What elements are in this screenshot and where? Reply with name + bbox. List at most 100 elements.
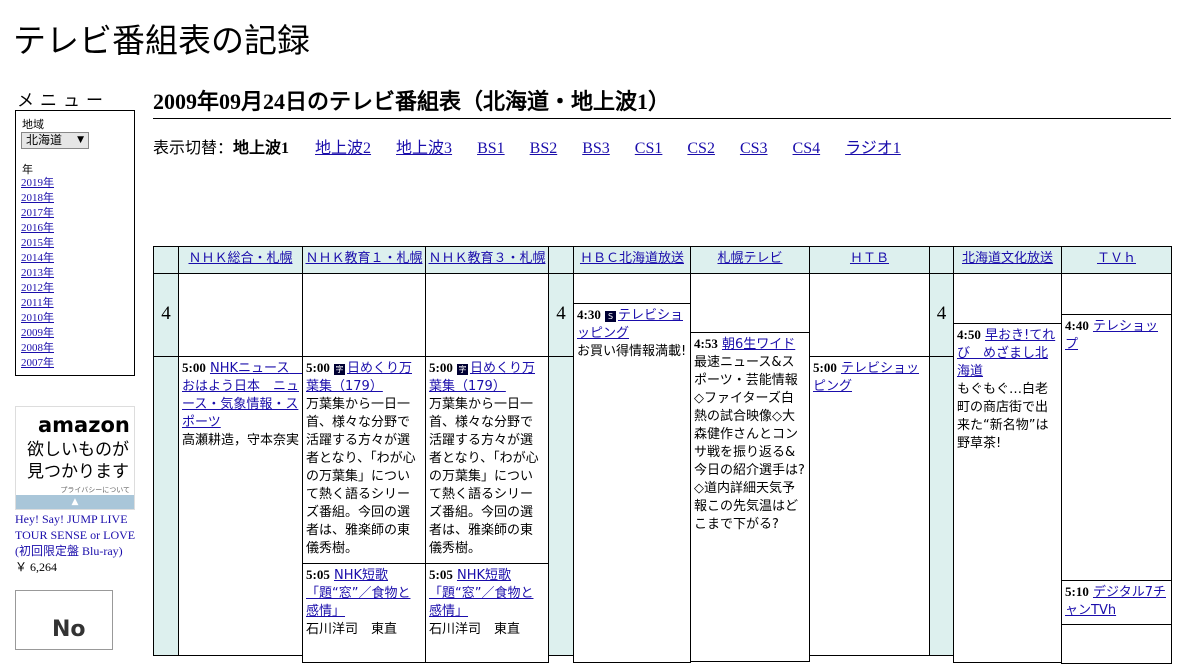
program-cell: 4:50 早おき!てれび めざまし北海道 もぐもぐ…白老町の商店街で出来た“新名… xyxy=(953,323,1062,663)
channel-header[interactable]: ＨＴＢ xyxy=(809,246,930,274)
channel-link[interactable]: 北海道文化放送 xyxy=(962,251,1053,266)
subtitle-badge-icon: 字 xyxy=(456,364,468,375)
channel-link[interactable]: ＴＶｈ xyxy=(1097,251,1136,266)
year-link[interactable]: 2017年 xyxy=(21,207,54,219)
program-description: 最速ニュース&スポーツ・芸能情報◇ファイターズ白熱の試合映像◇大森健作さんとコン… xyxy=(694,355,805,532)
year-list: 2019年 2018年 2017年 2016年 2015年 2014年 2013… xyxy=(21,176,54,371)
channel-link[interactable]: ＮＨＫ総合・札幌 xyxy=(188,251,292,266)
hour-label: 4 xyxy=(548,273,574,357)
program-time: 4:40 xyxy=(1065,318,1089,333)
amazon-ad-banner[interactable]: amazon 欲しいものが 見つかります プライバシーについて ▲ xyxy=(15,406,135,510)
region-select[interactable]: 北海道 ▼ xyxy=(21,132,89,149)
switch-link[interactable]: CS1 xyxy=(635,140,663,157)
empty-slot xyxy=(178,273,303,357)
program-time: 5:05 xyxy=(306,567,330,582)
program-title-link[interactable]: 朝6生ワイド xyxy=(722,337,795,352)
channel-header[interactable]: ＮＨＫ教育１・札幌 xyxy=(302,246,426,274)
channel-link[interactable]: ＨＴＢ xyxy=(850,251,889,266)
year-label: 年 xyxy=(22,164,33,176)
program-cell: 5:00 テレビショッピング xyxy=(809,356,930,656)
program-cell: 5:10 デジタル7チャンTVh xyxy=(1061,580,1172,625)
program-description: もぐもぐ…白老町の商店街で出来た“新名物”は野草茶! xyxy=(957,382,1049,451)
year-link[interactable]: 2016年 xyxy=(21,222,54,234)
year-link[interactable]: 2011年 xyxy=(21,297,54,309)
channel-link[interactable]: ＮＨＫ教育３・札幌 xyxy=(428,251,545,266)
channel-header[interactable]: 札幌テレビ xyxy=(690,246,810,274)
program-time: 5:00 xyxy=(813,360,837,375)
empty-slot xyxy=(1061,273,1172,315)
program-description: 石川洋司 東直 xyxy=(306,622,398,637)
program-cell: 5:05 NHK短歌「題“窓”／食物と感情」 石川洋司 東直 xyxy=(425,563,549,663)
channel-link[interactable]: ＨＢＣ北海道放送 xyxy=(580,251,684,266)
program-description: 高瀬耕造，守本奈実 xyxy=(182,433,300,448)
stereo-badge-icon: S xyxy=(604,311,616,322)
ad-tagline-1: 欲しいものが xyxy=(27,440,129,460)
year-link[interactable]: 2012年 xyxy=(21,282,54,294)
channel-header[interactable]: 北海道文化放送 xyxy=(953,246,1062,274)
program-cell: 4:30 S テレビショッピング お買い得情報満載! xyxy=(573,303,691,663)
program-description: 万葉集から一日一首、様々な分野で活躍する方々が選者となり、「わが心の万葉集」につ… xyxy=(306,397,416,556)
program-time: 5:00 xyxy=(182,360,206,375)
hour-column xyxy=(153,356,179,656)
program-cell: 4:40 テレショップ xyxy=(1061,314,1172,581)
program-time: 4:53 xyxy=(694,336,718,351)
ad-tagline-2: 見つかります xyxy=(27,462,129,482)
year-link[interactable]: 2009年 xyxy=(21,327,54,339)
program-cell: 5:00 字日めくり万葉集（179） 万葉集から一日一首、様々な分野で活躍する方… xyxy=(302,356,426,564)
year-link[interactable]: 2007年 xyxy=(21,357,54,369)
channel-header[interactable]: ＮＨＫ総合・札幌 xyxy=(178,246,303,274)
ad-product-price: ￥ 6,264 xyxy=(15,560,58,574)
product-image-placeholder: No xyxy=(15,590,113,650)
switcher-current: 地上波1 xyxy=(233,140,290,157)
ad-privacy-link[interactable]: プライバシーについて xyxy=(60,485,130,495)
year-link[interactable]: 2010年 xyxy=(21,312,54,324)
switch-link[interactable]: 地上波3 xyxy=(396,140,452,157)
program-description: 石川洋司 東直 xyxy=(429,622,521,637)
grid-corner xyxy=(153,246,179,274)
program-cell: 5:05 NHK短歌「題“窓”／食物と感情」 石川洋司 東直 xyxy=(302,563,426,663)
year-link[interactable]: 2018年 xyxy=(21,192,54,204)
year-link[interactable]: 2015年 xyxy=(21,237,54,249)
empty-slot xyxy=(809,273,930,357)
switch-link[interactable]: BS1 xyxy=(477,140,505,157)
channel-header[interactable]: ＨＢＣ北海道放送 xyxy=(573,246,691,274)
hour-label: 4 xyxy=(153,273,179,357)
program-time: 5:00 xyxy=(306,360,330,375)
channel-header[interactable]: ＮＨＫ教育３・札幌 xyxy=(425,246,549,274)
program-description: 万葉集から一日一首、様々な分野で活躍する方々が選者となり、「わが心の万葉集」につ… xyxy=(429,397,539,556)
hour-label: 4 xyxy=(929,273,954,357)
ad-product-title[interactable]: Hey! Say! JUMP LIVE TOUR SENSE or LOVE (… xyxy=(15,511,140,559)
program-time: 5:10 xyxy=(1065,584,1089,599)
switch-link[interactable]: 地上波2 xyxy=(315,140,371,157)
program-time: 4:30 xyxy=(577,307,601,322)
switch-link[interactable]: BS2 xyxy=(530,140,558,157)
hour-column xyxy=(548,356,574,656)
year-link[interactable]: 2019年 xyxy=(21,177,54,189)
grid-corner xyxy=(929,246,954,274)
empty-slot xyxy=(573,273,691,304)
grid-corner xyxy=(548,246,574,274)
empty-slot xyxy=(690,273,810,333)
year-link[interactable]: 2008年 xyxy=(21,342,54,354)
channel-link[interactable]: 札幌テレビ xyxy=(717,251,782,266)
switch-link[interactable]: CS3 xyxy=(740,140,768,157)
empty-slot xyxy=(953,273,1062,324)
switch-link[interactable]: ラジオ1 xyxy=(845,140,901,157)
switch-link[interactable]: BS3 xyxy=(582,140,610,157)
program-grid: ＮＨＫ総合・札幌 ＮＨＫ教育１・札幌 ＮＨＫ教育３・札幌 ＨＢＣ北海道放送 札幌… xyxy=(153,246,1172,664)
switch-link[interactable]: CS4 xyxy=(793,140,821,157)
ad-expand-icon[interactable]: ▲ xyxy=(16,495,134,509)
channel-header[interactable]: ＴＶｈ xyxy=(1061,246,1172,274)
switch-link[interactable]: CS2 xyxy=(687,140,715,157)
empty-slot xyxy=(1061,624,1172,664)
year-link[interactable]: 2013年 xyxy=(21,267,54,279)
empty-slot xyxy=(425,273,549,357)
ad-product[interactable]: Hey! Say! JUMP LIVE TOUR SENSE or LOVE (… xyxy=(15,511,140,575)
switcher-prefix: 表示切替： xyxy=(153,140,234,157)
channel-link[interactable]: ＮＨＫ教育１・札幌 xyxy=(305,251,422,266)
empty-slot xyxy=(302,273,426,357)
program-time: 4:50 xyxy=(957,327,981,342)
menu-title: メニュー xyxy=(17,91,109,111)
year-link[interactable]: 2014年 xyxy=(21,252,54,264)
subtitle-badge-icon: 字 xyxy=(333,364,345,375)
